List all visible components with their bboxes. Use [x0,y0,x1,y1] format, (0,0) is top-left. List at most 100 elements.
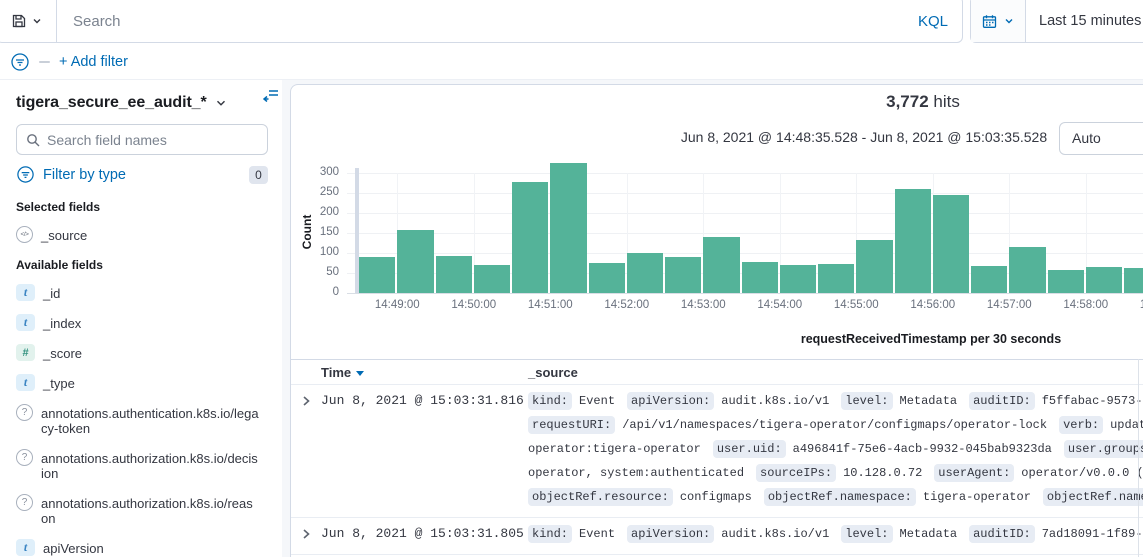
kql-selector[interactable]: KQL [908,0,962,42]
field-value: operator:tigera-operator [528,442,701,456]
field-key-badge: kind: [528,525,572,543]
histogram-bar[interactable] [359,257,395,293]
y-axis-label: Count [300,172,314,292]
filter-count-badge: 0 [249,166,268,184]
field-item[interactable]: #_score [16,344,268,361]
histogram-bar[interactable] [1009,247,1045,293]
x-axis-tick: 14:54:00 [757,299,802,311]
field-item[interactable]: t_index [16,314,268,331]
source-line: operator:tigera-operator user.uid: a496841… [528,437,1143,461]
field-item[interactable]: </>_source [16,226,268,243]
field-value: a496841f-75e6-4acb-9932-045bab9323da [793,442,1052,456]
source-line: objectRef.resource:configmapsobjectRef.n… [528,485,1143,509]
y-axis-tick: 200 [291,206,339,218]
field-key-badge: user.uid: [713,440,786,458]
row-source: kind:EventapiVersion:audit.k8s.io/v1leve… [528,389,1143,509]
x-axis-tick: 14:49:00 [375,299,420,311]
field-item[interactable]: t_id [16,284,268,301]
field-item[interactable]: tapiVersion [16,539,268,556]
histogram-bar[interactable] [856,240,892,293]
expand-row-icon[interactable] [291,522,321,540]
field-key-badge: verb: [1059,416,1103,434]
gridline [347,233,1143,234]
field-item[interactable]: ?annotations.authentication.k8s.io/legac… [16,404,268,436]
histogram-bar[interactable] [397,230,433,293]
filter-by-type[interactable]: Filter by type 0 [16,164,268,185]
table-row: Jun 8, 2021 @ 15:03:31.816kind:EventapiV… [291,385,1143,518]
x-axis-tick: 14:50:00 [451,299,496,311]
histogram-bar[interactable] [1124,268,1143,293]
search-input[interactable] [57,0,908,42]
doc-table-header: Time _source [291,359,1143,385]
doc-table-body: Jun 8, 2021 @ 15:03:31.816kind:EventapiV… [291,385,1143,557]
gridline [347,213,1143,214]
histogram-bar[interactable] [1086,267,1122,293]
index-pattern-title: tigera_secure_ee_audit_* [16,94,207,112]
histogram-bar[interactable] [589,263,625,293]
field-item[interactable]: ?annotations.authorization.k8s.io/reason [16,494,268,526]
histogram-bar[interactable] [474,265,510,293]
field-key-badge: objectRef.namespace: [764,488,916,506]
histogram-bar[interactable] [1048,270,1084,293]
available-fields-list: t_idt_index#_scoret_type?annotations.aut… [16,284,268,557]
field-key-badge: requestURI: [528,416,615,434]
field-name: annotations.authorization.k8s.io/decisio… [41,449,259,481]
selected-fields-list: </>_source [16,226,268,243]
expand-row-icon[interactable] [291,389,321,407]
field-key-badge: auditID: [969,525,1035,543]
histogram-bar[interactable] [550,163,586,293]
field-key-badge: apiVersion: [627,392,714,410]
filter-icon[interactable] [10,52,30,72]
field-type-icon: t [16,374,35,391]
field-name: _source [41,226,259,243]
filter-bar: + Add filter [0,44,1143,80]
field-key-badge: userAgent: [934,464,1014,482]
field-value: operator/v0.0.0 (linu [1021,466,1143,480]
field-value: 7ad18091-1f89-4a97-9 [1042,527,1143,541]
index-pattern-selector[interactable]: tigera_secure_ee_audit_* [16,92,268,114]
field-value: Metadata [900,394,958,408]
histogram-bar[interactable] [665,257,701,293]
histogram-bar[interactable] [818,264,854,293]
sort-desc-icon [356,371,364,376]
chevron-down-icon [215,97,227,109]
histogram-bar[interactable] [512,182,548,293]
chevron-down-icon [1004,16,1014,26]
fields-sidebar: tigera_secure_ee_audit_* Filter by type … [0,80,282,557]
field-item[interactable]: t_type [16,374,268,391]
field-key-badge: kind: [528,392,572,410]
field-name: _id [43,284,261,301]
table-scrollbar[interactable] [1138,359,1139,557]
row-timestamp: Jun 8, 2021 @ 15:03:31.805 [321,522,528,546]
histogram-bar[interactable] [780,265,816,293]
field-value: Event [579,527,615,541]
histogram-bar[interactable] [436,256,472,293]
discover-results-panel: 3,772 hits Jun 8, 2021 @ 14:48:35.528 - … [290,84,1143,557]
selected-fields-heading: Selected fields [16,200,268,214]
field-item[interactable]: ?annotations.authorization.k8s.io/decisi… [16,449,268,481]
gridline [347,293,1143,294]
field-key-badge: objectRef.name: [1043,488,1143,506]
time-column-header[interactable]: Time [321,365,528,380]
histogram-bar[interactable] [742,262,778,293]
field-name: apiVersion [43,539,261,556]
source-line: operator, system:authenticatedsourceIPs:… [528,461,1143,485]
histogram-bar[interactable] [627,253,663,293]
x-axis-tick: 14:51:00 [528,299,573,311]
quick-select-button[interactable] [971,0,1026,42]
histogram-bar[interactable] [703,237,739,293]
field-name: _score [43,344,261,361]
x-axis-tick: 14:56:00 [910,299,955,311]
histogram-bar[interactable] [933,195,969,293]
date-picker: Last 15 minutes [970,0,1143,43]
row-timestamp: Jun 8, 2021 @ 15:03:31.816 [321,389,528,413]
time-range-button[interactable]: Last 15 minutes [1026,0,1143,42]
available-fields-heading: Available fields [16,258,268,272]
histogram-bar[interactable] [971,266,1007,293]
calendar-icon [982,14,997,29]
add-filter-button[interactable]: + Add filter [59,54,128,70]
y-axis-tick: 150 [291,226,339,238]
histogram-bar[interactable] [895,189,931,293]
saved-query-button[interactable] [0,0,57,42]
field-search-input[interactable] [47,132,258,148]
